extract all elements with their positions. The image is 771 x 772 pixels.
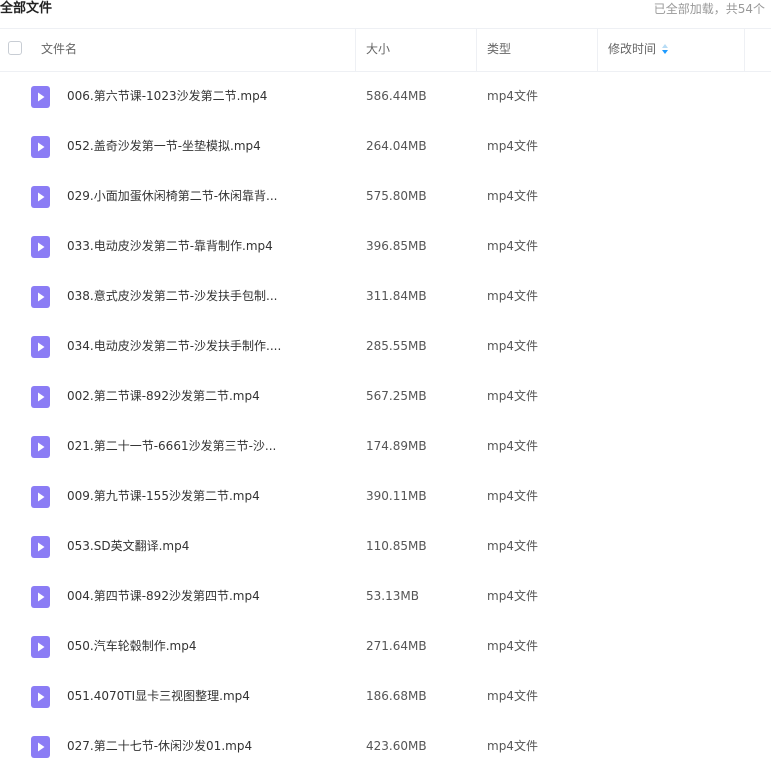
- table-header: 文件名 大小 类型 修改时间: [0, 28, 771, 72]
- file-name[interactable]: 009.第九节课-155沙发第二节.mp4: [67, 472, 282, 520]
- file-type: mp4文件: [487, 89, 538, 103]
- file-name[interactable]: 033.电动皮沙发第二节-靠背制作.mp4: [67, 222, 282, 270]
- video-file-icon: [31, 136, 50, 158]
- file-row[interactable]: 002.第二节课-892沙发第二节.mp4 567.25MB mp4文件: [0, 372, 771, 422]
- file-row[interactable]: 038.意式皮沙发第二节-沙发扶手包制... 311.84MB mp4文件: [0, 272, 771, 322]
- file-name[interactable]: 027.第二十七节-休闲沙发01.mp4: [67, 722, 282, 770]
- file-size: 390.11MB: [366, 489, 427, 503]
- file-row[interactable]: 029.小面加蛋休闲椅第二节-休闲靠背... 575.80MB mp4文件: [0, 172, 771, 222]
- video-file-icon: [31, 736, 50, 758]
- video-file-icon: [31, 86, 50, 108]
- column-header-size[interactable]: 大小: [366, 29, 390, 71]
- file-type: mp4文件: [487, 389, 538, 403]
- video-file-icon: [31, 286, 50, 308]
- file-type: mp4文件: [487, 489, 538, 503]
- video-file-icon: [31, 186, 50, 208]
- file-size: 264.04MB: [366, 139, 427, 153]
- file-row[interactable]: 006.第六节课-1023沙发第二节.mp4 586.44MB mp4文件: [0, 72, 771, 122]
- file-size: 271.64MB: [366, 639, 427, 653]
- file-type: mp4文件: [487, 739, 538, 753]
- file-name[interactable]: 034.电动皮沙发第二节-沙发扶手制作....: [67, 322, 282, 370]
- file-size: 423.60MB: [366, 739, 427, 753]
- file-type: mp4文件: [487, 189, 538, 203]
- file-type: mp4文件: [487, 539, 538, 553]
- column-divider[interactable]: [476, 29, 477, 71]
- file-size: 575.80MB: [366, 189, 427, 203]
- load-status: 已全部加载，共54个: [653, 2, 765, 16]
- file-size: 186.68MB: [366, 689, 427, 703]
- file-type: mp4文件: [487, 689, 538, 703]
- file-name[interactable]: 021.第二十一节-6661沙发第三节-沙...: [67, 422, 282, 470]
- video-file-icon: [31, 336, 50, 358]
- file-name[interactable]: 052.盖奇沙发第一节-坐垫模拟.mp4: [67, 122, 282, 170]
- file-name[interactable]: 050.汽车轮毂制作.mp4: [67, 622, 282, 670]
- column-divider[interactable]: [355, 29, 356, 71]
- column-header-type[interactable]: 类型: [487, 29, 511, 71]
- video-file-icon: [31, 236, 50, 258]
- sort-icon[interactable]: [662, 43, 669, 54]
- file-size: 110.85MB: [366, 539, 427, 553]
- video-file-icon: [31, 636, 50, 658]
- file-size: 285.55MB: [366, 339, 427, 353]
- file-row[interactable]: 052.盖奇沙发第一节-坐垫模拟.mp4 264.04MB mp4文件: [0, 122, 771, 172]
- file-name[interactable]: 004.第四节课-892沙发第四节.mp4: [67, 572, 282, 620]
- file-type: mp4文件: [487, 589, 538, 603]
- file-name[interactable]: 029.小面加蛋休闲椅第二节-休闲靠背...: [67, 172, 282, 220]
- file-size: 567.25MB: [366, 389, 427, 403]
- file-type: mp4文件: [487, 289, 538, 303]
- video-file-icon: [31, 386, 50, 408]
- topbar: 全部文件 已全部加载，共54个: [0, 0, 771, 28]
- column-header-modified[interactable]: 修改时间: [608, 29, 669, 71]
- file-row[interactable]: 021.第二十一节-6661沙发第三节-沙... 174.89MB mp4文件: [0, 422, 771, 472]
- file-size: 174.89MB: [366, 439, 427, 453]
- file-row[interactable]: 034.电动皮沙发第二节-沙发扶手制作.... 285.55MB mp4文件: [0, 322, 771, 372]
- file-type: mp4文件: [487, 139, 538, 153]
- file-row[interactable]: 004.第四节课-892沙发第四节.mp4 53.13MB mp4文件: [0, 572, 771, 622]
- file-size: 586.44MB: [366, 89, 427, 103]
- page-title: 全部文件: [0, 1, 53, 16]
- file-row[interactable]: 050.汽车轮毂制作.mp4 271.64MB mp4文件: [0, 622, 771, 672]
- file-name[interactable]: 053.SD英文翻译.mp4: [67, 522, 282, 570]
- file-size: 396.85MB: [366, 239, 427, 253]
- video-file-icon: [31, 686, 50, 708]
- file-size: 53.13MB: [366, 589, 419, 603]
- column-divider[interactable]: [744, 29, 745, 71]
- file-type: mp4文件: [487, 639, 538, 653]
- file-name[interactable]: 006.第六节课-1023沙发第二节.mp4: [67, 72, 282, 120]
- file-row[interactable]: 033.电动皮沙发第二节-靠背制作.mp4 396.85MB mp4文件: [0, 222, 771, 272]
- video-file-icon: [31, 586, 50, 608]
- video-file-icon: [31, 536, 50, 558]
- column-divider[interactable]: [597, 29, 598, 71]
- file-name[interactable]: 051.4070TI显卡三视图整理.mp4: [67, 672, 282, 720]
- file-type: mp4文件: [487, 439, 538, 453]
- file-row[interactable]: 027.第二十七节-休闲沙发01.mp4 423.60MB mp4文件: [0, 722, 771, 772]
- file-size: 311.84MB: [366, 289, 427, 303]
- video-file-icon: [31, 436, 50, 458]
- column-header-name[interactable]: 文件名: [41, 29, 77, 71]
- file-row[interactable]: 053.SD英文翻译.mp4 110.85MB mp4文件: [0, 522, 771, 572]
- file-name[interactable]: 002.第二节课-892沙发第二节.mp4: [67, 372, 282, 420]
- file-list: 006.第六节课-1023沙发第二节.mp4 586.44MB mp4文件 052.盖…: [0, 72, 771, 772]
- file-row[interactable]: 009.第九节课-155沙发第二节.mp4 390.11MB mp4文件: [0, 472, 771, 522]
- select-all-checkbox[interactable]: [8, 41, 22, 55]
- file-type: mp4文件: [487, 339, 538, 353]
- file-row[interactable]: 051.4070TI显卡三视图整理.mp4 186.68MB mp4文件: [0, 672, 771, 722]
- file-type: mp4文件: [487, 239, 538, 253]
- column-header-modified-label: 修改时间: [608, 42, 657, 56]
- file-name[interactable]: 038.意式皮沙发第二节-沙发扶手包制...: [67, 272, 282, 320]
- video-file-icon: [31, 486, 50, 508]
